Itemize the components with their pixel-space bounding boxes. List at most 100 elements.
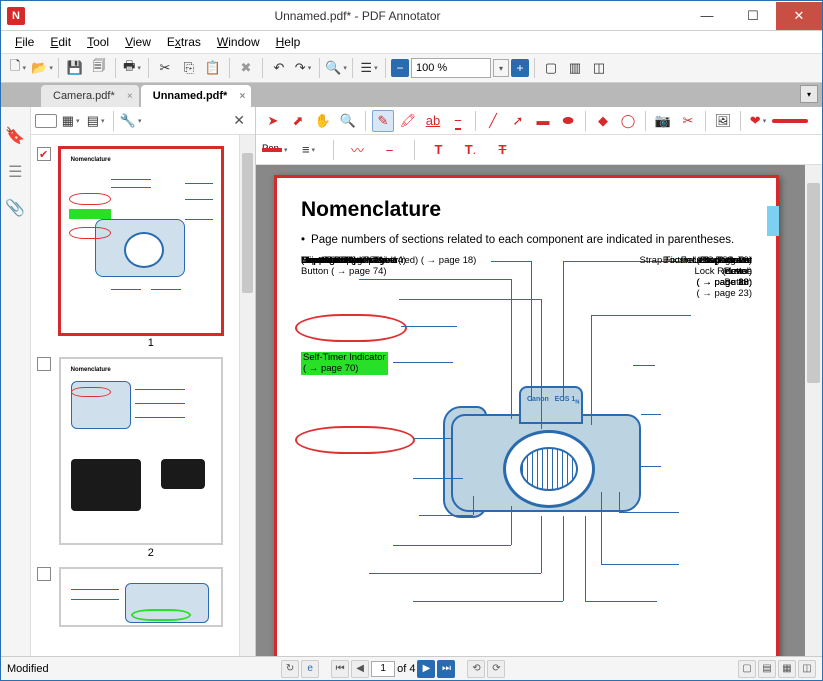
view-continuous-button[interactable]: ▤ — [758, 660, 776, 678]
save-as-button[interactable]: 🗐 — [88, 57, 110, 79]
rectangle-tool[interactable]: ▬ — [532, 110, 554, 132]
statusbar: Modified ↻ e ⏮ ◀ of 4 ▶ ⏭ ⟲ ⟳ ▢ ▤ ▦ ◫ — [1, 656, 822, 680]
thumb-checkbox[interactable] — [37, 357, 51, 371]
nav-prev-button[interactable]: ◀ — [351, 660, 369, 678]
annotation-highlight-selftimer: Self-Timer Indicator( → page 70) — [301, 352, 388, 375]
attachment-icon[interactable]: 📎 — [6, 199, 24, 217]
lasso-erase-tool[interactable]: ◯ — [617, 110, 639, 132]
nav-back-button[interactable]: ⟲ — [467, 660, 485, 678]
width-picker[interactable]: ≡ — [298, 139, 320, 161]
snapshot-tool[interactable]: 📷 — [652, 110, 674, 132]
new-button[interactable]: 🗋 — [7, 57, 29, 79]
nav-next-button[interactable]: ▶ — [417, 660, 435, 678]
zoom-out-button[interactable]: − — [391, 59, 409, 77]
thumb-number: 1 — [59, 337, 243, 349]
arrow-tool[interactable]: ➚ — [507, 110, 529, 132]
open-button[interactable]: 📂 — [31, 57, 53, 79]
thumbnail-page-3[interactable] — [59, 567, 243, 627]
view-book-button[interactable]: ◫ — [798, 660, 816, 678]
close-button[interactable]: ✕ — [776, 2, 822, 30]
save-button[interactable]: 💾 — [64, 57, 86, 79]
nav-browser-button[interactable]: e — [301, 660, 319, 678]
editor-scrollbar[interactable] — [805, 165, 822, 656]
tab-camera[interactable]: Camera.pdf* × — [41, 85, 139, 107]
menu-tool[interactable]: Tool — [81, 33, 115, 51]
thumb-view-button[interactable]: ▤ — [85, 110, 107, 132]
text-highlight-tool[interactable]: ab — [422, 110, 444, 132]
straight-mode[interactable]: ⎯ — [379, 139, 401, 161]
paste-button[interactable]: 📋 — [202, 57, 224, 79]
thumbnails-close-button[interactable]: ✕ — [227, 112, 251, 129]
thumb-tools-button[interactable]: 🔧 — [120, 110, 142, 132]
thumb-checkbox[interactable] — [37, 567, 51, 581]
undo-button[interactable]: ↶ — [268, 57, 290, 79]
tab-unnamed[interactable]: Unnamed.pdf* × — [141, 85, 252, 107]
marker-tool[interactable]: 🖍 — [397, 110, 419, 132]
thumbnail-page-2[interactable]: Nomenclature 2 — [59, 357, 243, 559]
menu-edit[interactable]: Edit — [44, 33, 77, 51]
titlebar: N Unnamed.pdf* - PDF Annotator — ☐ ✕ — [1, 1, 822, 31]
nav-first-button[interactable]: ⏮ — [331, 660, 349, 678]
pointer-tool[interactable]: ➤ — [262, 110, 284, 132]
canvas-viewport[interactable]: Nomenclature •Page numbers of sections r… — [256, 165, 822, 656]
menu-help[interactable]: Help — [270, 33, 307, 51]
bookmark-icon[interactable]: 🔖 — [6, 127, 24, 145]
print-button[interactable]: 🖶 — [121, 57, 143, 79]
zoom-input[interactable] — [411, 58, 491, 78]
select-tool[interactable]: ⬈ — [287, 110, 309, 132]
favorites-button[interactable]: ❤ — [747, 110, 769, 132]
ellipse-tool[interactable]: ⬬ — [557, 110, 579, 132]
image-tool[interactable]: 🖼 — [712, 110, 734, 132]
cut-button[interactable]: ✂ — [154, 57, 176, 79]
tab-close-icon[interactable]: × — [127, 91, 133, 102]
crop-tool[interactable]: ✂ — [677, 110, 699, 132]
nav-refresh-button[interactable]: ↻ — [281, 660, 299, 678]
page-canvas[interactable]: Nomenclature •Page numbers of sections r… — [274, 175, 779, 656]
pan-tool[interactable]: ✋ — [312, 110, 334, 132]
color-picker[interactable] — [262, 139, 288, 161]
view-facing-button[interactable]: ▦ — [778, 660, 796, 678]
menu-file[interactable]: File — [9, 33, 40, 51]
text-tool-t1[interactable]: T — [428, 139, 450, 161]
thumb-checkbox[interactable]: ✔ — [37, 147, 51, 161]
page-width-button[interactable]: ▥ — [564, 57, 586, 79]
delete-button[interactable]: ✖ — [235, 57, 257, 79]
eraser-tool[interactable]: ◆ — [592, 110, 614, 132]
zoom-in-button[interactable]: + — [511, 59, 529, 77]
freehand-mode[interactable]: 〰 — [347, 139, 369, 161]
two-page-button[interactable]: ◫ — [588, 57, 610, 79]
tab-close-icon[interactable]: × — [239, 91, 245, 102]
maximize-button[interactable]: ☐ — [730, 2, 776, 30]
nav-forward-button[interactable]: ⟳ — [487, 660, 505, 678]
nav-last-button[interactable]: ⏭ — [437, 660, 455, 678]
redo-button[interactable]: ↷ — [292, 57, 314, 79]
menu-view[interactable]: View — [119, 33, 157, 51]
page-fit-button[interactable]: ▢ — [540, 57, 562, 79]
text-tool-strike[interactable]: T — [492, 139, 514, 161]
menu-window[interactable]: Window — [211, 33, 266, 51]
text-tool-t2[interactable]: T. — [460, 139, 482, 161]
thumbnails-list: ✔ Nomenclature 1 — [31, 135, 255, 656]
tabs-overflow-button[interactable]: ▾ — [800, 85, 818, 103]
menu-extras[interactable]: Extras — [161, 33, 207, 51]
underline-tool[interactable]: ⎯ — [447, 110, 469, 132]
bookmarks-button[interactable]: ☰ — [358, 57, 380, 79]
annotation-toolbar: ➤ ⬈ ✋ 🔍 ✎ 🖍 ab ⎯ ╱ ➚ ▬ ⬬ ◆ ◯ 📷 ✂ 🖼 ❤ — [256, 107, 822, 135]
lbl-booster: Booster Coupler Cover — [301, 256, 398, 267]
document-tabs: Camera.pdf* × Unnamed.pdf* × ▾ — [1, 83, 822, 107]
zoom-dropdown[interactable]: ▾ — [493, 59, 509, 77]
line-tool[interactable]: ╱ — [482, 110, 504, 132]
view-single-button[interactable]: ▢ — [738, 660, 756, 678]
pen-tool[interactable]: ✎ — [372, 110, 394, 132]
minimize-button[interactable]: — — [684, 2, 730, 30]
page-number-input[interactable] — [371, 661, 395, 677]
list-icon[interactable]: ☰ — [6, 163, 24, 181]
thumbnails-scrollbar[interactable] — [239, 135, 255, 656]
select-all-checkbox[interactable] — [35, 114, 57, 128]
zoom-tool[interactable]: 🔍 — [337, 110, 359, 132]
page-total-label: of 4 — [397, 663, 415, 675]
copy-button[interactable]: ⎘ — [178, 57, 200, 79]
thumb-layout-button[interactable]: ▦ — [60, 110, 82, 132]
find-button[interactable]: 🔍 — [325, 57, 347, 79]
thumbnail-page-1[interactable]: ✔ Nomenclature 1 — [59, 147, 243, 349]
